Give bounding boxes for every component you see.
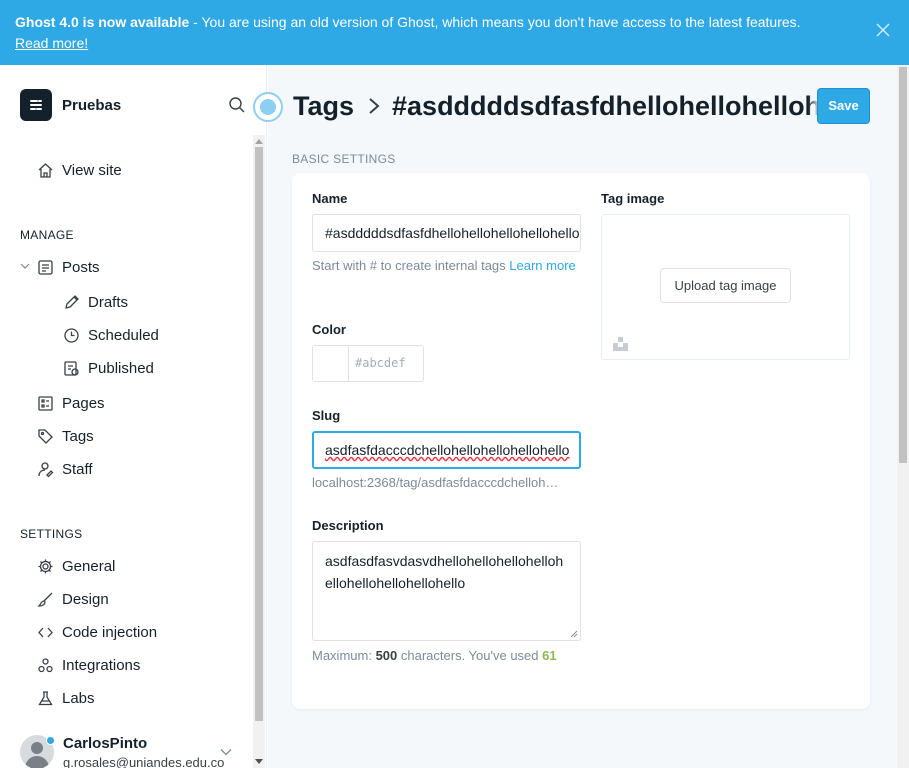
sidebar-item-code-injection[interactable]: Code injection [36,623,157,641]
site-name: Pruebas [62,96,122,114]
save-button[interactable]: Save [817,88,870,124]
sidebar-label-pages: Pages [62,394,105,412]
description-textarea[interactable]: asdfasdfasvdasvdhellohellohellohellohell… [312,541,581,641]
sidebar-item-integrations[interactable]: Integrations [36,656,140,674]
integrations-icon [36,656,54,674]
sidebar-item-published[interactable]: Published [62,359,154,377]
color-label: Color [312,322,346,337]
banner-message: - You are using an old version of Ghost,… [189,14,801,30]
loading-spinner-icon [253,92,283,122]
sidebar-item-general[interactable]: General [36,557,115,575]
pencil-icon [62,293,80,311]
scroll-down-arrow-icon[interactable] [255,759,263,764]
upload-tag-image-button[interactable]: Upload tag image [660,268,791,303]
published-icon [62,359,80,377]
brush-icon [36,590,54,608]
scrollbar-thumb[interactable] [899,67,907,463]
user-email: g.rosales@uniandes.edu.co [63,755,225,768]
section-settings: SETTINGS [20,527,83,541]
name-hint-text: Start with # to create internal tags [312,258,510,273]
sidebar-label-scheduled: Scheduled [88,326,159,344]
slug-url: localhost:2368/tag/asdfasfdacccdchelloh… [312,475,559,490]
sidebar-item-posts[interactable]: Posts [36,258,100,276]
slug-value: asdfasfdacccdchellohellohellohellohello [325,442,570,458]
sidebar-item-view-site[interactable]: View site [36,161,122,179]
sidebar-label-tags: Tags [62,427,94,445]
sidebar: Pruebas View site MANAGE Posts Drafts Sc… [0,65,267,768]
flask-icon [36,689,54,707]
sidebar-scrollbar[interactable] [253,135,265,768]
clock-icon [62,326,80,344]
scroll-up-arrow-icon[interactable] [255,139,263,144]
sidebar-label-design: Design [62,590,109,608]
slug-input[interactable]: asdfasfdacccdchellohellohellohellohello [312,431,581,469]
section-basic-settings: BASIC SETTINGS [292,152,396,166]
posts-icon [36,258,54,276]
sidebar-item-tags[interactable]: Tags [36,427,94,445]
update-banner: Ghost 4.0 is now available - You are usi… [0,0,909,65]
sidebar-label-published: Published [88,359,154,377]
sidebar-item-design[interactable]: Design [36,590,109,608]
gear-icon [36,557,54,575]
search-icon[interactable] [228,96,246,114]
code-icon [36,623,54,641]
description-value: asdfasdfasvdasvdhellohellohellohellohell… [325,553,564,591]
sidebar-label-labs: Labs [62,689,95,707]
max-middle: characters. You've used [397,648,543,663]
character-count: Maximum: 500 characters. You've used 61 [312,645,557,666]
home-icon [36,161,54,179]
tag-image-dropzone[interactable]: Upload tag image [601,214,850,360]
staff-icon [36,460,54,478]
chevron-right-icon [368,91,380,122]
sidebar-item-staff[interactable]: Staff [36,460,93,478]
max-count: 500 [375,648,398,663]
tag-icon [36,427,54,445]
banner-read-more-link[interactable]: Read more! [15,35,88,51]
name-hint: Start with # to create internal tags Lea… [312,255,577,276]
site-logo-icon [20,89,52,121]
used-count: 61 [542,648,557,663]
tag-image-label: Tag image [601,191,665,206]
color-field[interactable]: #abcdef [312,345,424,382]
sidebar-item-pages[interactable]: Pages [36,394,105,412]
sidebar-label-drafts: Drafts [88,293,129,311]
banner-title: Ghost 4.0 is now available [15,14,190,30]
sidebar-item-scheduled[interactable]: Scheduled [62,326,159,344]
breadcrumb: Tags #asdddddsdfasfdhellohellohellohello [293,91,828,122]
sidebar-label-posts: Posts [62,258,100,276]
section-manage: MANAGE [20,228,74,242]
name-label: Name [312,191,348,206]
scrollbar-thumb[interactable] [255,147,263,721]
user-name: CarlosPinto [63,735,148,752]
breadcrumb-tags-link[interactable]: Tags [293,91,354,121]
learn-more-link[interactable]: Learn more [509,258,575,273]
pages-icon [36,394,54,412]
color-swatch[interactable] [313,346,349,381]
chevron-down-icon[interactable] [20,262,30,270]
max-prefix: Maximum: [312,648,376,663]
sidebar-label-general: General [62,557,116,575]
close-icon[interactable] [875,22,891,38]
color-placeholder[interactable]: #abcdef [349,346,406,381]
slug-label: Slug [312,408,341,423]
page-title: #asdddddsdfasfdhellohellohellohello [392,91,828,121]
brand[interactable]: Pruebas [20,89,121,121]
status-dot-icon [46,736,55,745]
sidebar-label-staff: Staff [62,460,93,478]
settings-card: Name #asdddddsdfasfdhellohellohellohello… [292,173,870,709]
sidebar-label-code-injection: Code injection [62,623,158,641]
sidebar-item-labs[interactable]: Labs [36,689,95,707]
sidebar-label-integrations: Integrations [62,656,141,674]
description-label: Description [312,518,384,533]
main-content: Tags #asdddddsdfasfdhellohellohellohello … [253,65,909,768]
sidebar-label-view-site: View site [62,161,122,179]
chevron-down-icon[interactable] [220,748,232,756]
unsplash-icon[interactable] [613,337,628,351]
sidebar-item-drafts[interactable]: Drafts [62,293,128,311]
name-input[interactable]: #asdddddsdfasfdhellohellohellohellohello [312,214,581,252]
resize-grip-icon[interactable] [570,630,578,638]
main-scrollbar[interactable] [897,65,909,768]
